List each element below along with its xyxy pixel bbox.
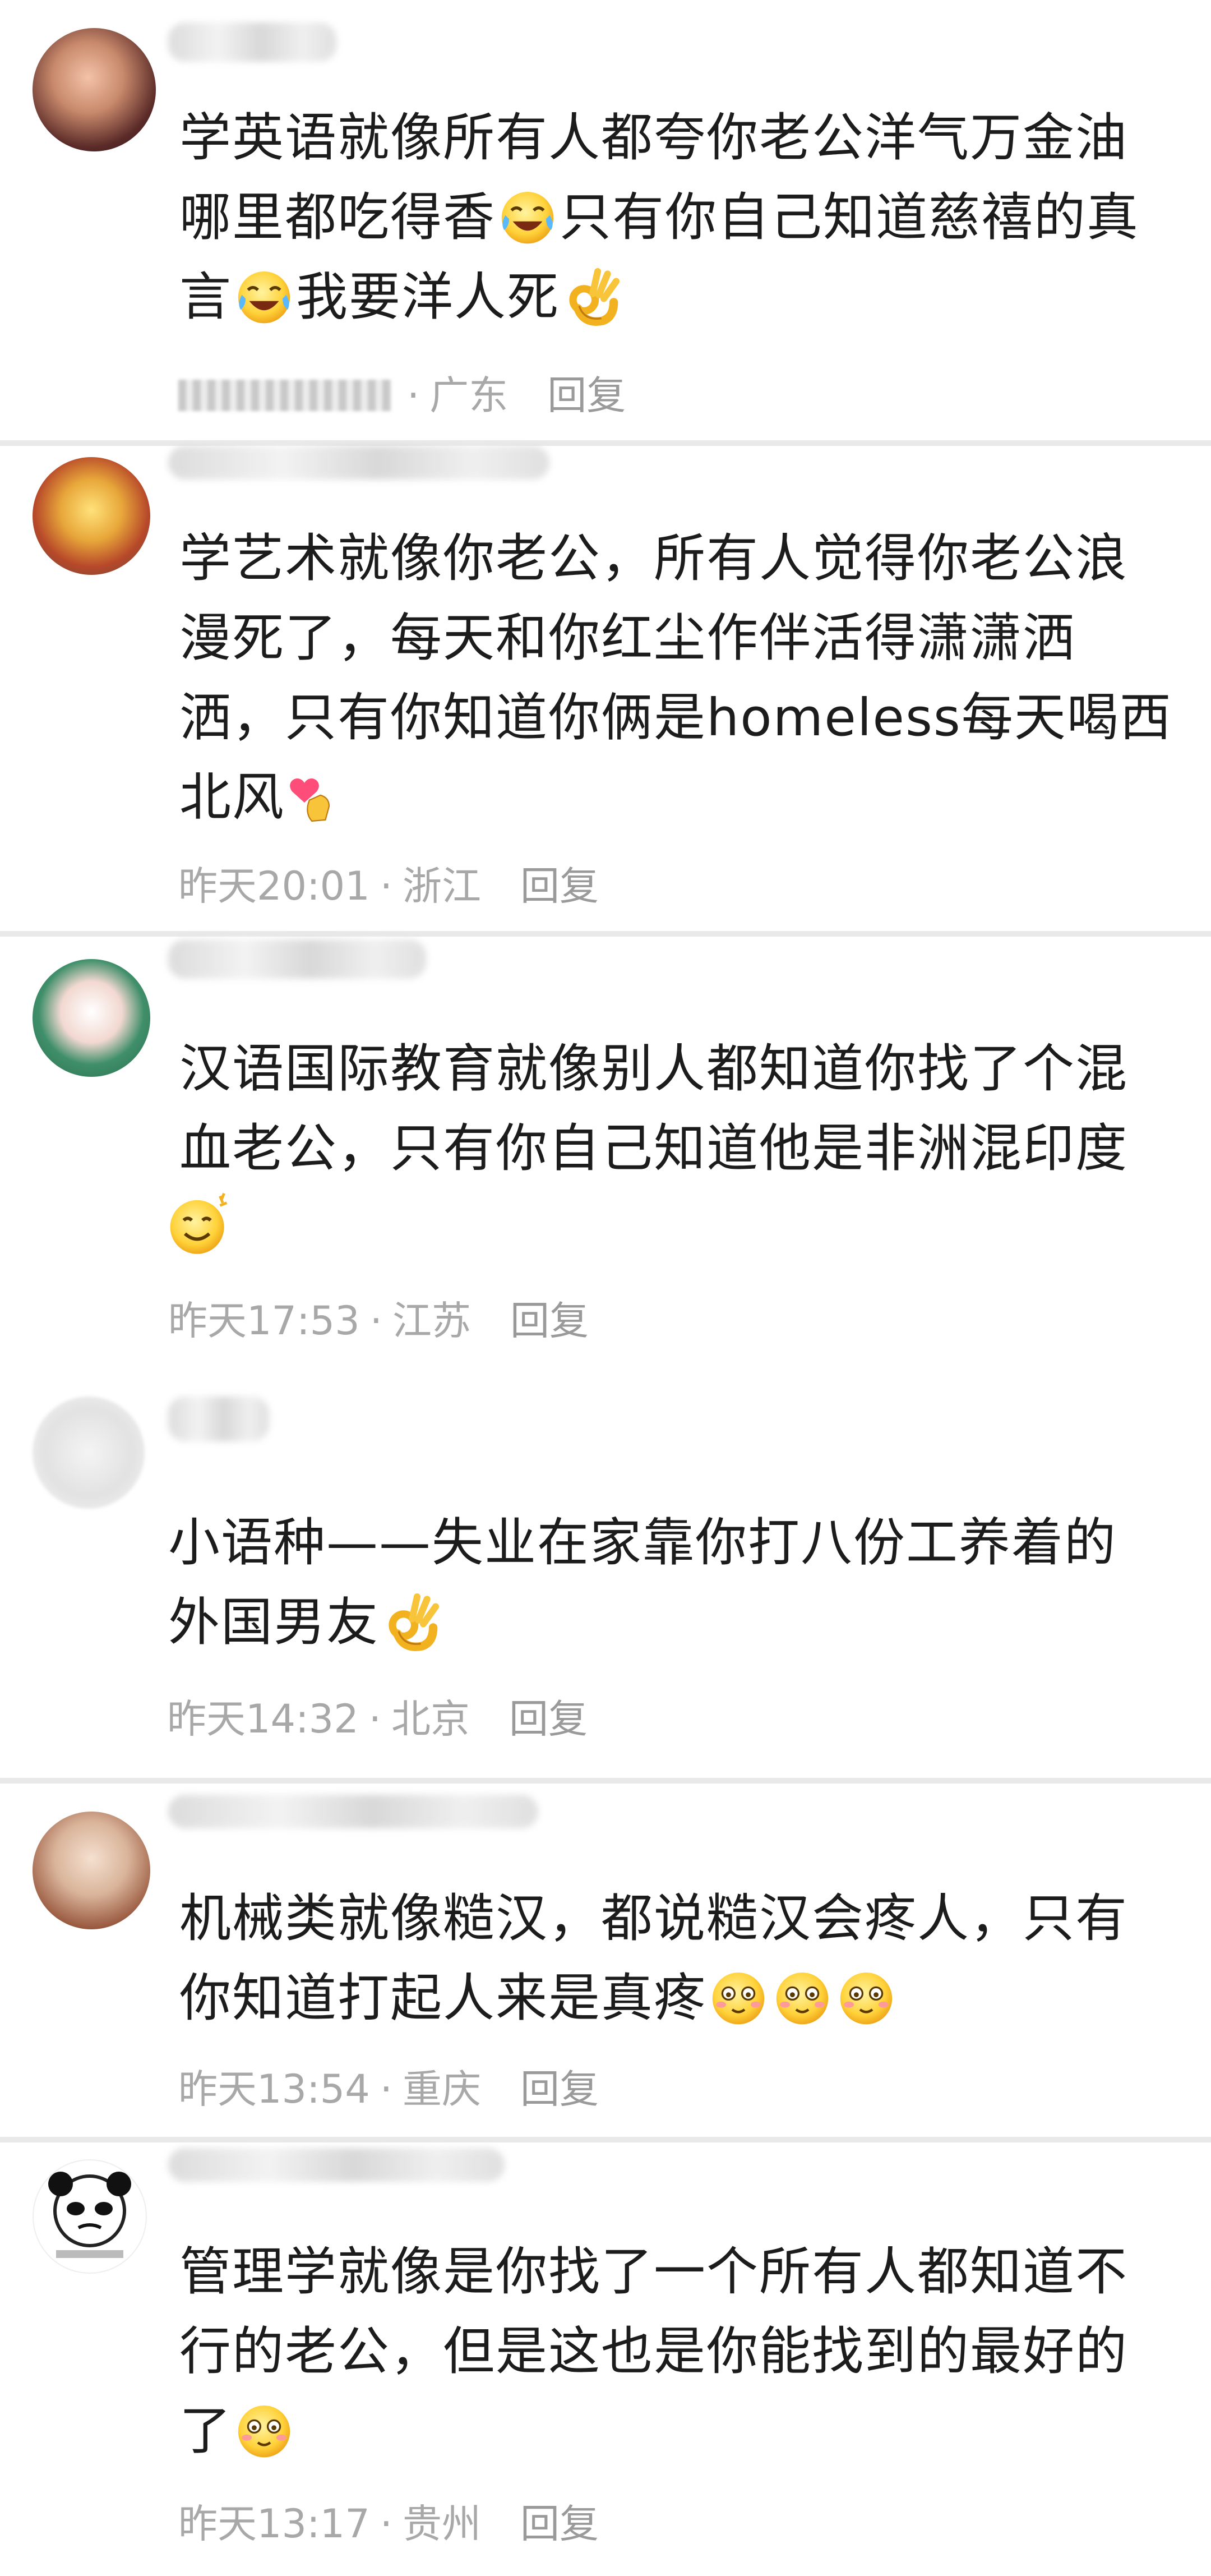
comment-text: 管理学就像是你找了一个所有人都知道不 行的老公，但是这也是你能找到的最好的 了 <box>179 2232 1177 2471</box>
laughing-tears-emoji-icon <box>233 265 295 327</box>
comment-meta: · 广东 回复 <box>178 370 626 421</box>
divider <box>0 1778 1211 1784</box>
comment-line: 你知道打起人来是真疼 <box>179 1959 1177 2038</box>
comment-item: 学艺术就像你老公，所有人觉得你老公浪 漫死了，每天和你红尘作伴活得潇潇洒 洒，只… <box>0 446 1211 931</box>
avatar[interactable] <box>33 28 156 151</box>
reply-button[interactable]: 回复 <box>520 2499 599 2549</box>
username-blurred[interactable] <box>168 2148 505 2182</box>
comment-line: 学英语就像所有人都夸你老公洋气万金油 <box>179 108 1129 168</box>
comment-item: 汉语国际教育就像别人都知道你找了个混 血老公，只有你自己知道他是非洲混印度 昨天… <box>0 937 1211 1385</box>
panda-meme-icon <box>48 2172 131 2258</box>
finger-heart-emoji-icon <box>286 766 348 827</box>
reply-button[interactable]: 回复 <box>509 1694 588 1744</box>
avatar[interactable] <box>33 457 150 575</box>
comment-line: 血老公，只有你自己知道他是非洲混印度 <box>179 1118 1129 1178</box>
comment-line: 外国男友 <box>168 1583 1166 1662</box>
comment-line: 汉语国际教育就像别人都知道你找了个混 <box>179 1039 1129 1099</box>
blush-emoji-icon <box>233 2399 295 2461</box>
comment-line: 漫死了，每天和你红尘作伴活得潇潇洒 <box>179 608 1076 668</box>
ok-hand-emoji-icon <box>380 1591 442 1652</box>
comment-line: 北风 <box>179 758 1177 837</box>
avatar[interactable] <box>33 1397 145 1509</box>
comment-meta: 昨天14:32 · 北京 回复 <box>167 1694 588 1744</box>
location: 贵州 <box>403 2501 481 2547</box>
comment-meta: 昨天13:54 · 重庆 回复 <box>178 2064 599 2114</box>
comment-meta: 昨天17:53 · 江苏 回复 <box>168 1296 589 1346</box>
meta-separator: · <box>369 1298 382 1344</box>
location: 浙江 <box>403 863 481 909</box>
divider <box>0 440 1211 446</box>
comment-text: 汉语国际教育就像别人都知道你找了个混 血老公，只有你自己知道他是非洲混印度 <box>179 1029 1177 1268</box>
avatar[interactable] <box>33 2159 147 2274</box>
comment-line: 行的老公，但是这也是你能找到的最好的 <box>179 2321 1129 2381</box>
comment-item: 学英语就像所有人都夸你老公洋气万金油 哪里都吃得香 只有你自己知道慈禧的真 言我要… <box>0 0 1211 440</box>
smile-emoji-icon <box>165 1191 232 1258</box>
comment-line <box>164 1188 1177 1268</box>
reply-button[interactable]: 回复 <box>510 1296 589 1346</box>
username-blurred[interactable] <box>168 939 426 979</box>
blush-emoji-icon <box>835 1966 897 2028</box>
comment-text: 机械类就像糙汉，都说糙汉会疼人，只有 你知道打起人来是真疼 <box>179 1879 1177 2038</box>
comment-text: 学英语就像所有人都夸你老公洋气万金油 哪里都吃得香 只有你自己知道慈禧的真 言我要… <box>179 98 1177 337</box>
avatar[interactable] <box>33 959 150 1077</box>
username-blurred[interactable] <box>168 1397 269 1441</box>
timestamp: 昨天17:53 <box>168 1298 360 1344</box>
comment-item: 小语种——失业在家靠你打八份工养着的 外国男友 昨天14:32 · 北京 回复 <box>0 1385 1211 1778</box>
blush-emoji-icon <box>771 1966 833 2028</box>
timestamp: 昨天13:17 <box>178 2501 370 2547</box>
timestamp-blurred <box>178 380 391 411</box>
comment-line: 洒，只有你知道你俩是homeless每天喝西 <box>179 688 1172 748</box>
timestamp: 昨天13:54 <box>178 2066 370 2112</box>
comment-meta: 昨天20:01 · 浙江 回复 <box>178 861 599 911</box>
meta-separator: · <box>380 2501 392 2547</box>
comment-line: 管理学就像是你找了一个所有人都知道不 <box>179 2242 1129 2302</box>
comment-text: 学艺术就像你老公，所有人觉得你老公浪 漫死了，每天和你红尘作伴活得潇潇洒 洒，只… <box>179 519 1177 837</box>
reply-button[interactable]: 回复 <box>520 861 599 911</box>
divider <box>0 931 1211 937</box>
reply-button[interactable]: 回复 <box>520 2064 599 2114</box>
location: 重庆 <box>403 2066 481 2112</box>
comment-text: 小语种——失业在家靠你打八份工养着的 外国男友 <box>168 1503 1166 1662</box>
location: 北京 <box>391 1696 470 1742</box>
username-blurred[interactable] <box>168 22 336 62</box>
comment-line: 哪里都吃得香 只有你自己知道慈禧的真 <box>179 178 1177 257</box>
location: 江苏 <box>392 1298 471 1344</box>
username-blurred[interactable] <box>168 1795 538 1828</box>
location: 广东 <box>429 372 509 418</box>
timestamp: 昨天14:32 <box>167 1696 359 1742</box>
meta-separator: · <box>380 863 392 909</box>
comment-line: 了 <box>179 2391 1177 2471</box>
comment-item: 机械类就像糙汉，都说糙汉会疼人，只有 你知道打起人来是真疼 昨天13:54 · … <box>0 1784 1211 2137</box>
meta-separator: · <box>380 2066 392 2112</box>
avatar[interactable] <box>33 1812 150 1929</box>
meta-separator: · <box>407 372 420 418</box>
ok-hand-emoji-icon <box>561 265 622 327</box>
reply-button[interactable]: 回复 <box>547 370 626 421</box>
comment-line: 小语种——失业在家靠你打八份工养着的 <box>168 1513 1117 1573</box>
comment-item: 管理学就像是你找了一个所有人都知道不 行的老公，但是这也是你能找到的最好的 了 … <box>0 2142 1211 2576</box>
comment-line: 言我要洋人死 <box>179 257 1177 337</box>
comment-meta: 昨天13:17 · 贵州 回复 <box>178 2499 599 2549</box>
comment-line: 机械类就像糙汉，都说糙汉会疼人，只有 <box>179 1888 1129 1948</box>
timestamp: 昨天20:01 <box>178 863 370 909</box>
blush-emoji-icon <box>708 1966 769 2028</box>
laughing-tears-emoji-icon <box>497 186 558 247</box>
comment-line: 学艺术就像你老公，所有人觉得你老公浪 <box>179 528 1129 588</box>
username-blurred[interactable] <box>168 446 549 480</box>
meta-separator: · <box>368 1696 381 1742</box>
divider <box>0 2137 1211 2142</box>
